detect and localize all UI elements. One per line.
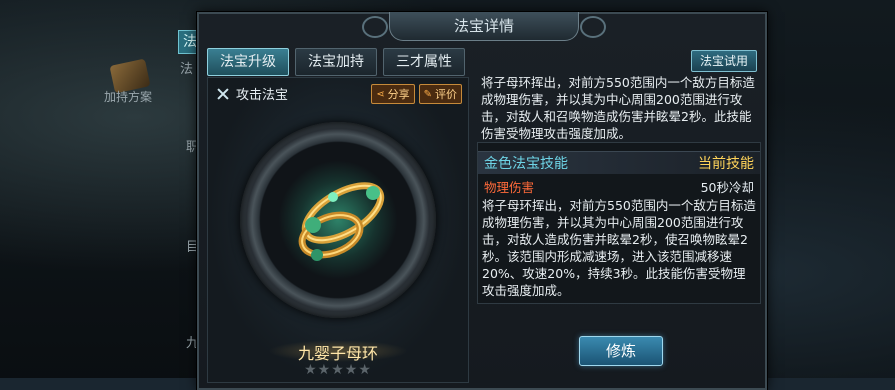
- ornament-icon: [362, 16, 388, 38]
- plan-label: 加持方案: [104, 90, 153, 104]
- crossed-swords-icon: [216, 87, 230, 101]
- ornament-icon: [580, 16, 606, 38]
- review-button-label: 评价: [435, 88, 457, 101]
- share-button-label: 分享: [387, 88, 410, 101]
- share-icon: ⋖: [376, 88, 385, 100]
- treasure-detail-dialog: 法宝详情 法宝升级 法宝加持 三才属性 法宝试用 攻击法宝 ⋖ 分享 ✎ 评价: [197, 12, 767, 390]
- treasure-name: 九婴子母环: [297, 344, 378, 363]
- tab-attributes[interactable]: 三才属性: [383, 48, 465, 76]
- skill-section: 金色法宝技能 当前技能 物理伤害 50秒冷却 将子母环挥出，对前方550范围内一…: [477, 142, 761, 304]
- treasure-type-label: 攻击法宝: [236, 88, 289, 103]
- current-skill-label: 当前技能: [698, 156, 754, 172]
- dialog-title: 法宝详情: [362, 12, 606, 41]
- share-button[interactable]: ⋖ 分享: [371, 84, 415, 104]
- tab-bar: 法宝升级 法宝加持 三才属性: [207, 48, 465, 76]
- refine-button[interactable]: 修炼: [579, 336, 663, 366]
- edit-icon: ✎: [423, 88, 432, 100]
- tab-blessing[interactable]: 法宝加持: [295, 48, 377, 76]
- review-button[interactable]: ✎ 评价: [418, 84, 462, 104]
- skill-name: 物理伤害: [484, 180, 535, 195]
- skill-section-title: 金色法宝技能: [484, 156, 568, 172]
- background-side-label: 法: [180, 62, 194, 77]
- skill-description: 将子母环挥出，对前方550范围内一个敌方目标造成物理伤害，并以其为中心周围200…: [482, 198, 756, 298]
- treasure-type: 攻击法宝: [216, 84, 288, 103]
- treasure-preview-panel: 攻击法宝 ⋖ 分享 ✎ 评价 九婴子母环 ★★★★★: [207, 77, 469, 383]
- action-buttons: ⋖ 分享 ✎ 评价: [371, 84, 462, 104]
- skill-header: 金色法宝技能 当前技能: [478, 151, 760, 174]
- treasure-description: 将子母环挥出，对前方550范围内一个敌方目标造成物理伤害，并以其为中心周围200…: [481, 75, 755, 141]
- star-rating: ★★★★★: [304, 362, 372, 378]
- skill-meta: 物理伤害 50秒冷却: [478, 174, 760, 197]
- treasure-info-panel: 将子母环挥出，对前方550范围内一个敌方目标造成物理伤害，并以其为中心周围200…: [477, 74, 761, 304]
- treasure-medallion: [240, 122, 436, 318]
- dialog-title-text: 法宝详情: [453, 17, 514, 35]
- twin-ring-treasure-icon: [298, 182, 385, 261]
- tab-upgrade[interactable]: 法宝升级: [207, 48, 289, 76]
- skill-cooldown: 50秒冷却: [700, 180, 754, 195]
- trial-button[interactable]: 法宝试用: [690, 50, 757, 72]
